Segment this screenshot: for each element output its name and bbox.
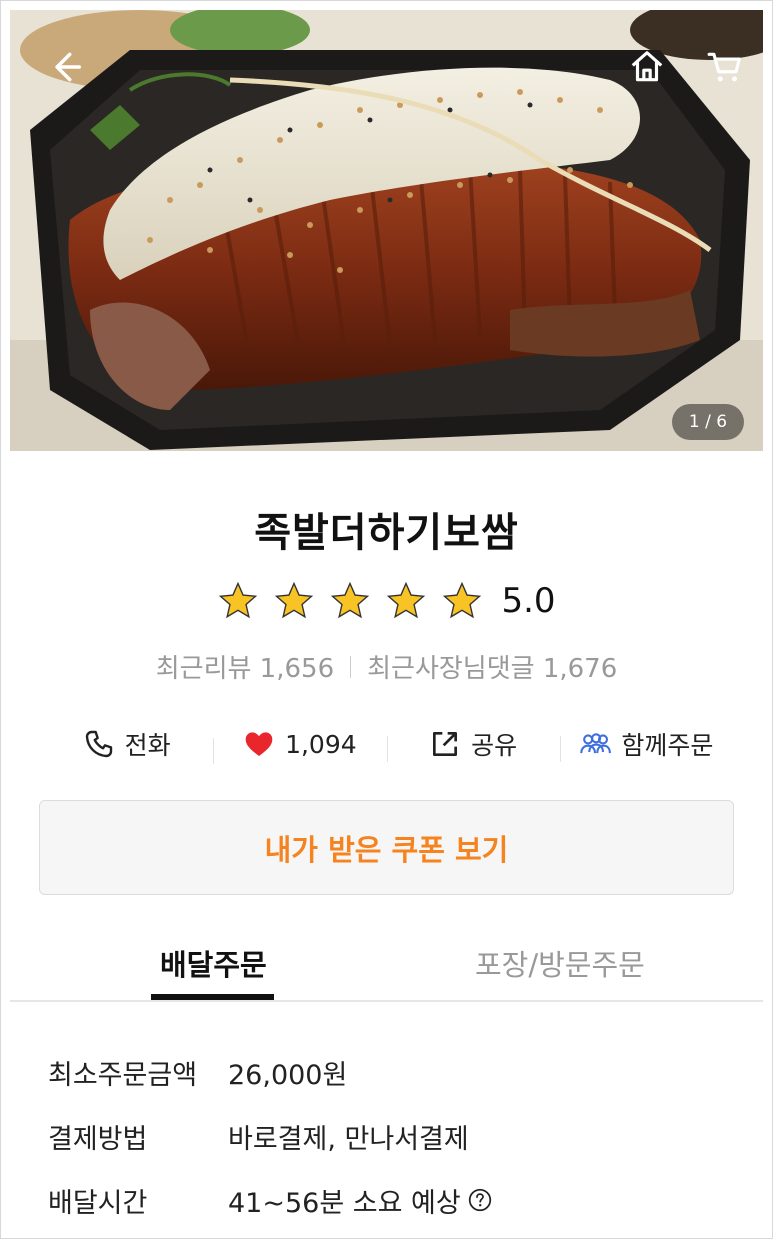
- divider: [350, 655, 352, 678]
- back-arrow-icon: [55, 52, 81, 82]
- review-summary: 최근리뷰 1,656 최근사장님댓글 1,676: [0, 648, 773, 685]
- star-icon: [275, 581, 314, 619]
- phone-icon: [85, 730, 112, 758]
- home-icon: [631, 51, 663, 82]
- help-icon[interactable]: [467, 1187, 493, 1213]
- like-button[interactable]: 1,094: [213, 728, 386, 764]
- payment-row: 결제방법 바로결제, 만나서결제: [48, 1104, 738, 1168]
- share-label: 공유: [471, 731, 518, 760]
- coupon-button[interactable]: 내가 받은 쿠폰 보기: [39, 800, 734, 895]
- share-button[interactable]: 공유: [386, 726, 560, 762]
- like-count: 1,094: [285, 729, 357, 759]
- home-button[interactable]: [622, 42, 672, 92]
- group-users-icon: [580, 733, 612, 754]
- active-tab-indicator: [151, 994, 274, 1000]
- group-order-label: 함께주문: [621, 731, 714, 760]
- star-icon: [443, 581, 482, 619]
- share-icon: [433, 732, 458, 756]
- delivery-time-value: 41~56분 소요 예상: [228, 1187, 461, 1219]
- delivery-time-row: 배달시간 41~56분 소요 예상: [48, 1168, 738, 1232]
- payment-value: 바로결제, 만나서결제: [228, 1123, 469, 1155]
- call-label: 전화: [124, 731, 171, 760]
- order-type-tabs: 배달주문 포장/방문주문: [10, 930, 763, 1002]
- back-button[interactable]: [40, 42, 90, 92]
- cart-button[interactable]: [700, 42, 750, 92]
- tab-pickup[interactable]: 포장/방문주문: [475, 942, 645, 984]
- rating-row: 5.0: [0, 580, 773, 622]
- group-order-button[interactable]: 함께주문: [559, 726, 733, 762]
- star-icon: [331, 581, 370, 619]
- action-bar: 전화 1,094 공유 함께주문: [40, 720, 733, 768]
- rating-score: 5.0: [501, 581, 556, 621]
- payment-label: 결제방법: [48, 1123, 148, 1155]
- min-order-label: 최소주문금액: [48, 1059, 198, 1091]
- hero-image[interactable]: 1 / 6: [10, 10, 763, 451]
- star-icon: [219, 581, 258, 619]
- recent-reviews-link[interactable]: 최근리뷰 1,656: [156, 648, 334, 685]
- min-order-row: 최소주문금액 26,000원: [48, 1040, 738, 1104]
- star-icon: [387, 581, 426, 619]
- call-button[interactable]: 전화: [40, 726, 213, 762]
- delivery-details: 최소주문금액 26,000원 결제방법 바로결제, 만나서결제 배달시간 41~…: [48, 1040, 738, 1232]
- delivery-time-value-wrap: 41~56분 소요 예상: [228, 1181, 493, 1220]
- heart-icon: [245, 732, 273, 756]
- min-order-value: 26,000원: [228, 1059, 348, 1091]
- tab-delivery[interactable]: 배달주문: [160, 942, 267, 984]
- delivery-time-label: 배달시간: [48, 1187, 148, 1219]
- image-counter: 1 / 6: [672, 404, 744, 440]
- cart-icon: [707, 52, 741, 82]
- store-name: 족발더하기보쌈: [254, 510, 519, 556]
- owner-replies-link[interactable]: 최근사장님댓글 1,676: [367, 648, 617, 685]
